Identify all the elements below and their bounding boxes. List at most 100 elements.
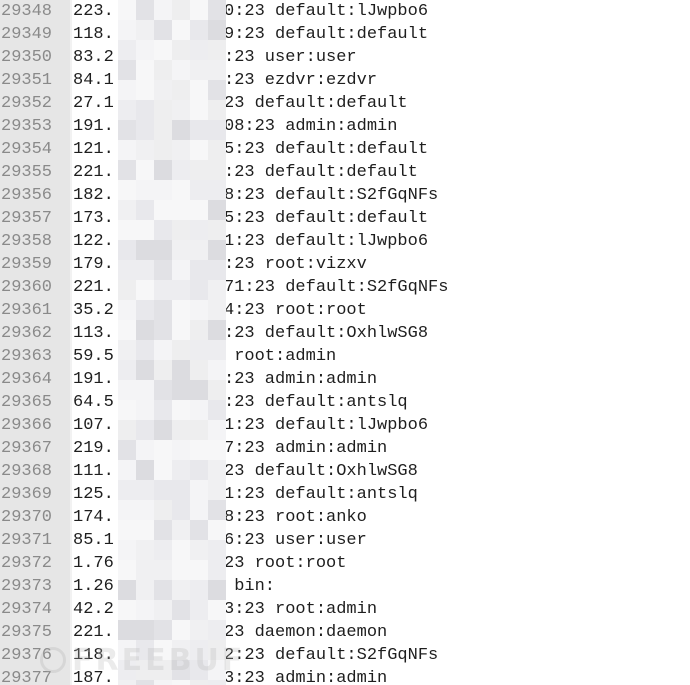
- text-line[interactable]: 29352 27.1 23 default:default: [0, 92, 690, 115]
- port-and-credentials: 8:23 default:S2fGqNFs: [224, 186, 439, 205]
- port-and-credentials: 23 daemon:daemon: [224, 623, 388, 642]
- text-line[interactable]: 29357 173. 5:23 default:default: [0, 207, 690, 230]
- line-number: 29374: [1, 600, 53, 619]
- text-line[interactable]: 29358 122. 1:23 default:lJwpbo6: [0, 230, 690, 253]
- text-line[interactable]: 29353 191. 08:23 admin:admin: [0, 115, 690, 138]
- port-and-credentials: :23 default:OxhlwSG8: [224, 324, 429, 343]
- text-line[interactable]: 29349 118. 9:23 default:default: [0, 23, 690, 46]
- text-line[interactable]: 29371 85.1 6:23 user:user: [0, 529, 690, 552]
- ip-prefix: 107.: [73, 416, 114, 435]
- line-number: 29360: [1, 278, 53, 297]
- line-number: 29350: [1, 48, 53, 67]
- text-line[interactable]: 29362 113.:23 default:OxhlwSG8: [0, 322, 690, 345]
- port-and-credentials: :23 ezdvr:ezdvr: [224, 71, 378, 90]
- line-number: 29354: [1, 140, 53, 159]
- port-and-credentials: 5:23 default:default: [224, 209, 429, 228]
- port-and-credentials: :23 default:antslq: [224, 393, 408, 412]
- text-line[interactable]: 29356 182. 8:23 default:S2fGqNFs: [0, 184, 690, 207]
- text-line[interactable]: 29363 59.5 root:admin: [0, 345, 690, 368]
- text-line[interactable]: 29359 179.:23 root:vizxv: [0, 253, 690, 276]
- port-and-credentials: 1:23 default:lJwpbo6: [224, 416, 429, 435]
- line-number: 29352: [1, 94, 53, 113]
- text-line[interactable]: 29351 84.1 :23 ezdvr:ezdvr: [0, 69, 690, 92]
- text-line[interactable]: 29348 223. 0:23 default:lJwpbo6: [0, 0, 690, 23]
- ip-prefix: 191.: [73, 117, 114, 136]
- port-and-credentials: 5:23 default:default: [224, 140, 429, 159]
- watermark-logo-icon: [40, 647, 66, 673]
- ip-prefix: 219.: [73, 439, 114, 458]
- ip-prefix: 221.: [73, 163, 114, 182]
- text-line[interactable]: 29364 191. :23 admin:admin: [0, 368, 690, 391]
- text-line[interactable]: 29370 174. 8:23 root:anko: [0, 506, 690, 529]
- ip-prefix: 83.2: [73, 48, 114, 67]
- text-line[interactable]: 29365 64.5:23 default:antslq: [0, 391, 690, 414]
- text-line[interactable]: 29360 221. 71:23 default:S2fGqNFs: [0, 276, 690, 299]
- line-number: 29373: [1, 577, 53, 596]
- text-line[interactable]: 29374 42.2 3:23 root:admin: [0, 598, 690, 621]
- port-and-credentials: bin:: [224, 577, 276, 596]
- line-number: 29355: [1, 163, 53, 182]
- port-and-credentials: 7:23 admin:admin: [224, 439, 388, 458]
- port-and-credentials: 1:23 default:antslq: [224, 485, 418, 504]
- port-and-credentials: :23 user:user: [224, 48, 357, 67]
- port-and-credentials: 08:23 admin:admin: [224, 117, 398, 136]
- line-number: 29351: [1, 71, 53, 90]
- text-line[interactable]: 29373 1.26 bin:: [0, 575, 690, 598]
- ip-prefix: 223.: [73, 2, 114, 21]
- port-and-credentials: 0:23 default:lJwpbo6: [224, 2, 429, 21]
- line-number: 29366: [1, 416, 53, 435]
- ip-prefix: 125.: [73, 485, 114, 504]
- line-number: 29368: [1, 462, 53, 481]
- line-number: 29363: [1, 347, 53, 366]
- text-line[interactable]: 29355 221. :23 default:default: [0, 161, 690, 184]
- watermark: FREEBUF: [40, 640, 245, 680]
- port-and-credentials: 71:23 default:S2fGqNFs: [224, 278, 449, 297]
- watermark-text: FREEBUF: [72, 642, 246, 678]
- ip-prefix: 122.: [73, 232, 114, 251]
- text-line[interactable]: 29361 35.2 4:23 root:root: [0, 299, 690, 322]
- ip-prefix: 59.5: [73, 347, 114, 366]
- line-number: 29356: [1, 186, 53, 205]
- port-and-credentials: 3:23 admin:admin: [224, 669, 388, 685]
- text-line[interactable]: 29369 125. 1:23 default:antslq: [0, 483, 690, 506]
- ip-prefix: 174.: [73, 508, 114, 527]
- line-number: 29369: [1, 485, 53, 504]
- ip-prefix: 118.: [73, 25, 114, 44]
- text-line[interactable]: 29354 121. 5:23 default:default: [0, 138, 690, 161]
- text-line[interactable]: 29367 219. 7:23 admin:admin: [0, 437, 690, 460]
- ip-prefix: 85.1: [73, 531, 114, 550]
- pixelated-redaction: [118, 0, 226, 685]
- line-number: 29365: [1, 393, 53, 412]
- ip-prefix: 173.: [73, 209, 114, 228]
- ip-prefix: 191.: [73, 370, 114, 389]
- text-line[interactable]: 29350 83.2 :23 user:user: [0, 46, 690, 69]
- line-number: 29353: [1, 117, 53, 136]
- text-line[interactable]: 29372 1.76 23 root:root: [0, 552, 690, 575]
- ip-prefix: 42.2: [73, 600, 114, 619]
- text-line[interactable]: 29368 111. 23 default:OxhlwSG8: [0, 460, 690, 483]
- ip-prefix: 84.1: [73, 71, 114, 90]
- line-number: 29371: [1, 531, 53, 550]
- port-and-credentials: :23 root:vizxv: [224, 255, 367, 274]
- text-line[interactable]: 29366 107. 1:23 default:lJwpbo6: [0, 414, 690, 437]
- port-and-credentials: root:admin: [224, 347, 337, 366]
- line-number: 29359: [1, 255, 53, 274]
- ip-prefix: 1.76: [73, 554, 114, 573]
- ip-prefix: 221.: [73, 278, 114, 297]
- port-and-credentials: 4:23 root:root: [224, 301, 367, 320]
- line-number: 29364: [1, 370, 53, 389]
- port-and-credentials: 3:23 root:admin: [224, 600, 378, 619]
- port-and-credentials: 9:23 default:default: [224, 25, 429, 44]
- line-number: 29358: [1, 232, 53, 251]
- text-editor[interactable]: 29348 223. 0:23 default:lJwpbo6 29349 118. 9:…: [0, 0, 690, 685]
- line-number: 29372: [1, 554, 53, 573]
- port-and-credentials: :23 admin:admin: [224, 370, 378, 389]
- line-number: 29370: [1, 508, 53, 527]
- port-and-credentials: 23 default:default: [224, 94, 408, 113]
- port-and-credentials: 23 root:root: [224, 554, 347, 573]
- port-and-credentials: :23 default:default: [224, 163, 418, 182]
- line-number: 29361: [1, 301, 53, 320]
- line-number: 29348: [1, 2, 53, 21]
- ip-prefix: 113.: [73, 324, 114, 343]
- port-and-credentials: 2:23 default:S2fGqNFs: [224, 646, 439, 665]
